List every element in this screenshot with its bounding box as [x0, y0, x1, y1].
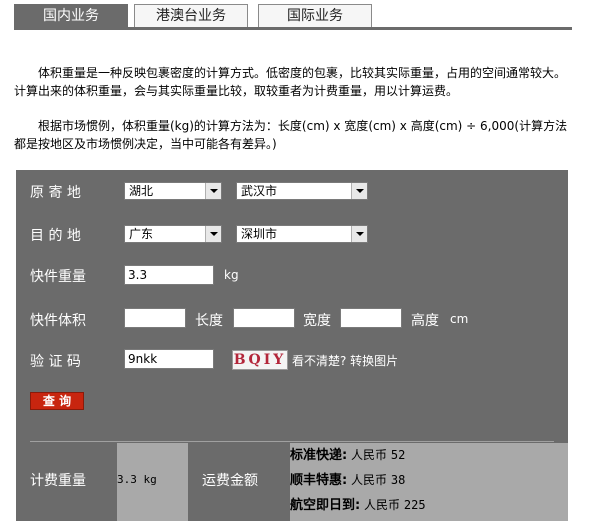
- tab-international[interactable]: 国际业务: [258, 4, 372, 27]
- destination-province-value: 广东: [129, 227, 154, 241]
- destination-label: 目 的 地: [30, 228, 81, 244]
- fee-service: 标准快递:: [290, 448, 348, 463]
- charge-weight-label: 计费重量: [30, 473, 86, 489]
- length-input[interactable]: [124, 308, 186, 328]
- tab-underline: [14, 27, 572, 30]
- fee-currency: 人民币: [351, 473, 388, 487]
- weight-unit: kg: [224, 268, 239, 282]
- fee-service: 顺丰特惠:: [290, 473, 348, 488]
- query-button[interactable]: 查 询: [30, 392, 84, 410]
- intro-text: 体积重量是一种反映包裹密度的计算方式。低密度的包裹，比较其实际重量，占用的空间通…: [14, 64, 574, 170]
- height-label: 高度: [411, 313, 439, 329]
- fee-row-discount: 顺丰特惠: 人民币 38: [290, 468, 568, 493]
- calculator-panel: 原 寄 地 湖北 武汉市 目 的 地 广东 深圳市 快件重量 3.3 kg 快件…: [16, 170, 568, 521]
- fee-label: 运费金额: [202, 473, 258, 489]
- origin-label: 原 寄 地: [30, 185, 81, 201]
- width-label: 宽度: [303, 313, 331, 329]
- volume-unit: cm: [450, 312, 469, 326]
- chevron-down-icon: [351, 226, 367, 242]
- destination-city-value: 深圳市: [241, 227, 278, 241]
- result-divider: [30, 441, 554, 442]
- tab-hk-macau-taiwan[interactable]: 港澳台业务: [134, 4, 248, 27]
- origin-city-value: 武汉市: [241, 184, 278, 198]
- fee-row-standard: 标准快递: 人民币 52: [290, 443, 568, 468]
- tab-domestic[interactable]: 国内业务: [14, 4, 128, 27]
- origin-province-select[interactable]: 湖北: [124, 182, 222, 200]
- captcha-input[interactable]: 9nkk: [124, 349, 214, 369]
- fee-amount: 52: [390, 448, 406, 462]
- fee-list: 标准快递: 人民币 52 顺丰特惠: 人民币 38 航空即日到: 人民币 225: [290, 443, 568, 518]
- volume-label: 快件体积: [30, 313, 86, 329]
- fee-row-same-day-air: 航空即日到: 人民币 225: [290, 493, 568, 518]
- fee-amount: 38: [390, 473, 406, 487]
- fee-currency: 人民币: [351, 448, 388, 462]
- fee-currency: 人民币: [364, 498, 401, 512]
- intro-paragraph-2: 根据市场惯例，体积重量(kg)的计算方法为：长度(cm) x 宽度(cm) x …: [14, 119, 568, 151]
- height-input[interactable]: [340, 308, 402, 328]
- weight-input[interactable]: 3.3: [124, 265, 214, 285]
- captcha-label: 验 证 码: [30, 354, 81, 370]
- origin-city-select[interactable]: 武汉市: [236, 182, 368, 200]
- fee-service: 航空即日到:: [290, 498, 361, 513]
- destination-city-select[interactable]: 深圳市: [236, 225, 368, 243]
- captcha-image[interactable]: BQIY: [232, 350, 288, 370]
- width-input[interactable]: [233, 308, 295, 328]
- chevron-down-icon: [205, 226, 221, 242]
- charge-weight-value: 3.3 kg: [117, 473, 157, 486]
- chevron-down-icon: [351, 183, 367, 199]
- captcha-refresh-link[interactable]: 看不清楚? 转换图片: [292, 352, 398, 369]
- intro-paragraph-1: 体积重量是一种反映包裹密度的计算方式。低密度的包裹，比较其实际重量，占用的空间通…: [14, 66, 567, 98]
- fee-amount: 225: [403, 498, 426, 512]
- destination-province-select[interactable]: 广东: [124, 225, 222, 243]
- weight-label: 快件重量: [30, 269, 86, 285]
- length-label: 长度: [195, 313, 223, 329]
- origin-province-value: 湖北: [129, 184, 154, 198]
- chevron-down-icon: [205, 183, 221, 199]
